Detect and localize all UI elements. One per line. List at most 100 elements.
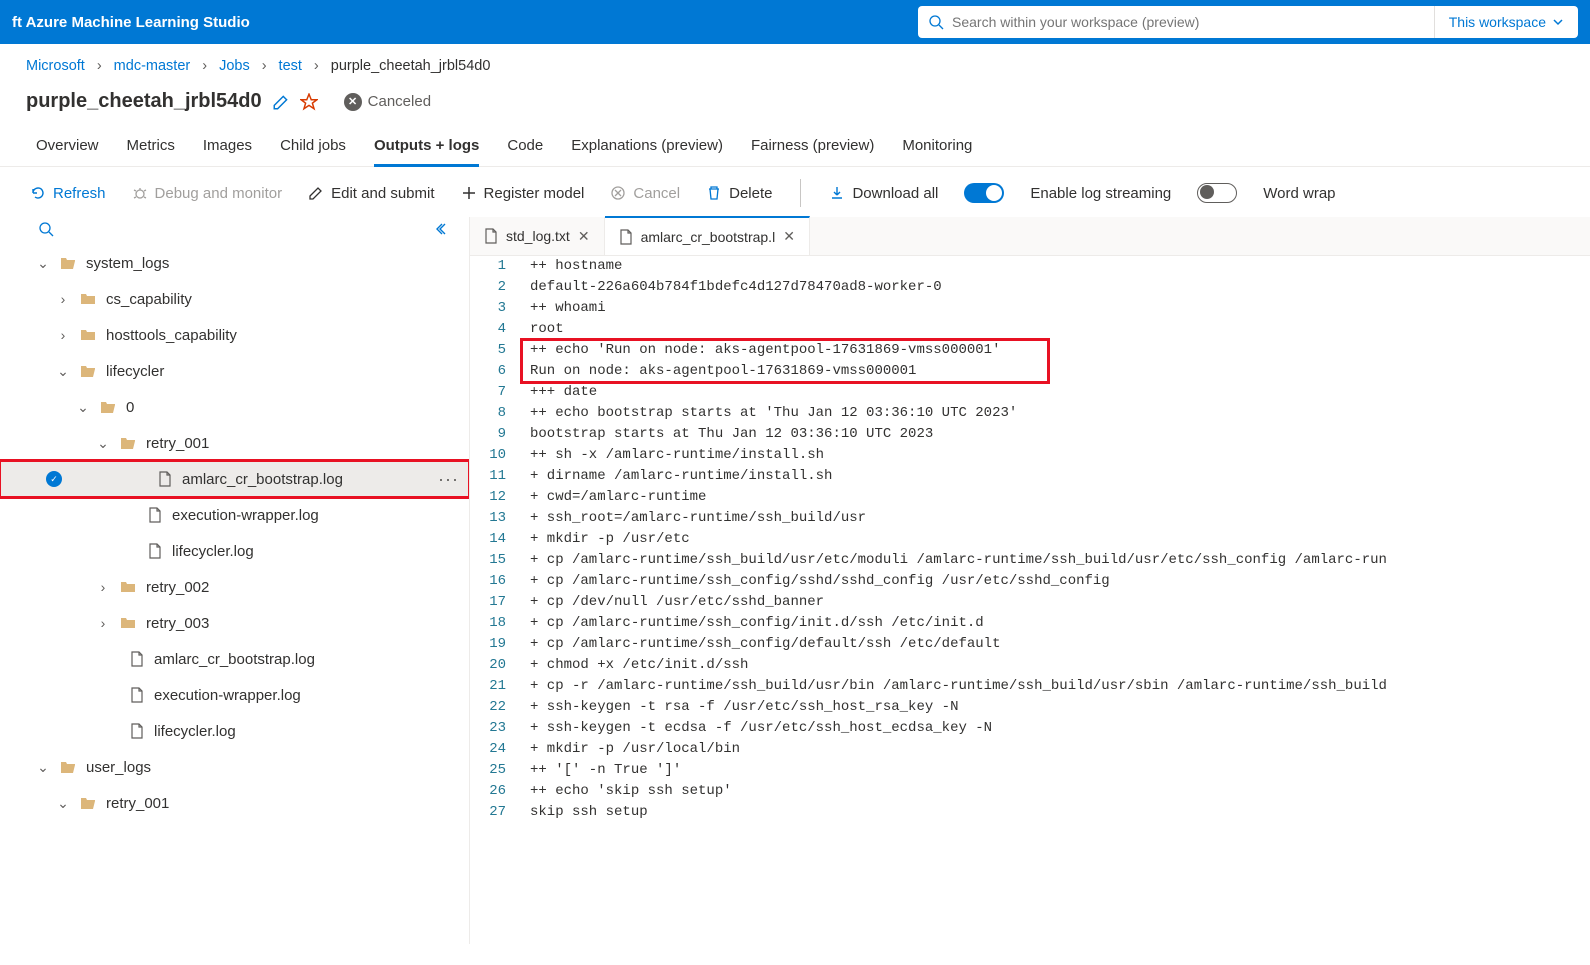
chevron-right-icon: › bbox=[202, 58, 207, 74]
close-icon[interactable]: ✕ bbox=[578, 228, 590, 245]
chevron-down-icon: ⌄ bbox=[76, 399, 90, 416]
tree-folder-user-retry-001[interactable]: ⌄ retry_001 bbox=[0, 785, 469, 821]
tree-folder-user-logs[interactable]: ⌄ user_logs bbox=[0, 749, 469, 785]
tab-child-jobs[interactable]: Child jobs bbox=[280, 127, 346, 166]
chevron-right-icon: › bbox=[56, 327, 70, 343]
collapse-panel-icon[interactable] bbox=[435, 221, 451, 237]
chevron-right-icon: › bbox=[262, 58, 267, 74]
edit-submit-button[interactable]: Edit and submit bbox=[308, 185, 434, 202]
tree-folder-lifecycler[interactable]: ⌄ lifecycler bbox=[0, 353, 469, 389]
folder-open-icon bbox=[100, 400, 116, 414]
line-number: 12 bbox=[470, 487, 520, 508]
chevron-down-icon: ⌄ bbox=[56, 795, 70, 812]
cancel-icon bbox=[610, 185, 626, 201]
breadcrumb-link[interactable]: mdc-master bbox=[114, 58, 191, 74]
breadcrumb-link[interactable]: Jobs bbox=[219, 58, 250, 74]
file-icon bbox=[148, 543, 162, 559]
line-number: 8 bbox=[470, 403, 520, 424]
line-number: 13 bbox=[470, 508, 520, 529]
editor-tab-bar: std_log.txt ✕ amlarc_cr_bootstrap.l ✕ bbox=[470, 217, 1590, 256]
tab-fairness[interactable]: Fairness (preview) bbox=[751, 127, 874, 166]
tree-folder-retry-002[interactable]: › retry_002 bbox=[0, 569, 469, 605]
tree-file-exec-wrapper-2[interactable]: execution-wrapper.log bbox=[0, 677, 469, 713]
tree-file-amlarc-bootstrap-2[interactable]: amlarc_cr_bootstrap.log bbox=[0, 641, 469, 677]
chevron-right-icon: › bbox=[96, 579, 110, 595]
code-line: root bbox=[520, 319, 1590, 340]
editor-tab-std-log[interactable]: std_log.txt ✕ bbox=[470, 217, 605, 255]
tab-images[interactable]: Images bbox=[203, 127, 252, 166]
tab-code[interactable]: Code bbox=[507, 127, 543, 166]
code-line: + cp /amlarc-runtime/ssh_config/sshd/ssh… bbox=[520, 571, 1590, 592]
debug-button: Debug and monitor bbox=[132, 185, 283, 202]
tab-bar: Overview Metrics Images Child jobs Outpu… bbox=[0, 127, 1590, 167]
line-number: 14 bbox=[470, 529, 520, 550]
refresh-button[interactable]: Refresh bbox=[30, 185, 106, 202]
chevron-down-icon: ⌄ bbox=[56, 363, 70, 380]
tab-outputs-logs[interactable]: Outputs + logs bbox=[374, 127, 479, 166]
line-number: 10 bbox=[470, 445, 520, 466]
page-title-row: purple_cheetah_jrbl54d0 ✕ Canceled bbox=[0, 84, 1590, 127]
tab-metrics[interactable]: Metrics bbox=[127, 127, 175, 166]
line-number: 24 bbox=[470, 739, 520, 760]
search-box[interactable] bbox=[918, 14, 1434, 30]
bug-icon bbox=[132, 185, 148, 201]
filter-search-icon[interactable] bbox=[38, 221, 54, 237]
line-number: 1 bbox=[470, 256, 520, 277]
folder-icon bbox=[80, 328, 96, 342]
code-line: + chmod +x /etc/init.d/ssh bbox=[520, 655, 1590, 676]
close-icon[interactable]: ✕ bbox=[783, 228, 795, 245]
word-wrap-toggle[interactable] bbox=[1197, 183, 1237, 203]
more-icon[interactable]: ··· bbox=[438, 469, 459, 490]
star-icon[interactable] bbox=[300, 93, 318, 111]
tree-folder-cs-capability[interactable]: › cs_capability bbox=[0, 281, 469, 317]
line-number: 15 bbox=[470, 550, 520, 571]
plus-icon bbox=[461, 185, 477, 201]
code-line: + ssh-keygen -t ecdsa -f /usr/etc/ssh_ho… bbox=[520, 718, 1590, 739]
folder-open-icon bbox=[80, 796, 96, 810]
code-view[interactable]: 1++ hostname2default-226a604b784f1bdefc4… bbox=[470, 256, 1590, 944]
folder-icon bbox=[120, 580, 136, 594]
edit-icon[interactable] bbox=[272, 93, 290, 111]
pencil-icon bbox=[308, 185, 324, 201]
register-model-button[interactable]: Register model bbox=[461, 185, 585, 202]
tree-folder-retry-003[interactable]: › retry_003 bbox=[0, 605, 469, 641]
download-all-button[interactable]: Download all bbox=[829, 185, 938, 202]
search-scope-dropdown[interactable]: This workspace bbox=[1434, 6, 1578, 38]
chevron-down-icon: ⌄ bbox=[36, 759, 50, 776]
delete-button[interactable]: Delete bbox=[706, 185, 772, 202]
download-icon bbox=[829, 185, 845, 201]
line-number: 17 bbox=[470, 592, 520, 613]
tab-monitoring[interactable]: Monitoring bbox=[902, 127, 972, 166]
tree-folder-system-logs[interactable]: ⌄ system_logs bbox=[0, 245, 469, 281]
tree-folder-zero[interactable]: ⌄ 0 bbox=[0, 389, 469, 425]
code-line: + cwd=/amlarc-runtime bbox=[520, 487, 1590, 508]
tree-file-lifecycler-log[interactable]: lifecycler.log bbox=[0, 533, 469, 569]
code-line: + ssh-keygen -t rsa -f /usr/etc/ssh_host… bbox=[520, 697, 1590, 718]
breadcrumb-link[interactable]: Microsoft bbox=[26, 58, 85, 74]
tree-file-amlarc-bootstrap[interactable]: ✓ amlarc_cr_bootstrap.log ··· bbox=[0, 461, 469, 497]
search-input[interactable] bbox=[952, 14, 1424, 30]
line-number: 20 bbox=[470, 655, 520, 676]
line-number: 25 bbox=[470, 760, 520, 781]
tab-explanations[interactable]: Explanations (preview) bbox=[571, 127, 723, 166]
top-bar: ft Azure Machine Learning Studio This wo… bbox=[0, 0, 1590, 44]
tree-toolbar bbox=[0, 217, 469, 245]
tree-folder-hosttools-capability[interactable]: › hosttools_capability bbox=[0, 317, 469, 353]
line-number: 16 bbox=[470, 571, 520, 592]
log-streaming-toggle[interactable] bbox=[964, 183, 1004, 203]
tab-overview[interactable]: Overview bbox=[36, 127, 99, 166]
chevron-down-icon bbox=[1552, 16, 1564, 28]
file-icon bbox=[148, 507, 162, 523]
editor-tab-amlarc-bootstrap[interactable]: amlarc_cr_bootstrap.l ✕ bbox=[605, 216, 810, 255]
breadcrumb-link[interactable]: test bbox=[279, 58, 302, 74]
code-line: + cp /amlarc-runtime/ssh_build/usr/etc/m… bbox=[520, 550, 1590, 571]
trash-icon bbox=[706, 185, 722, 201]
folder-open-icon bbox=[60, 256, 76, 270]
line-number: 3 bbox=[470, 298, 520, 319]
line-number: 23 bbox=[470, 718, 520, 739]
tree-file-exec-wrapper[interactable]: execution-wrapper.log bbox=[0, 497, 469, 533]
tree-file-lifecycler-log-2[interactable]: lifecycler.log bbox=[0, 713, 469, 749]
chevron-right-icon: › bbox=[96, 615, 110, 631]
code-line: + cp /amlarc-runtime/ssh_config/init.d/s… bbox=[520, 613, 1590, 634]
tree-folder-retry-001[interactable]: ⌄ retry_001 bbox=[0, 425, 469, 461]
